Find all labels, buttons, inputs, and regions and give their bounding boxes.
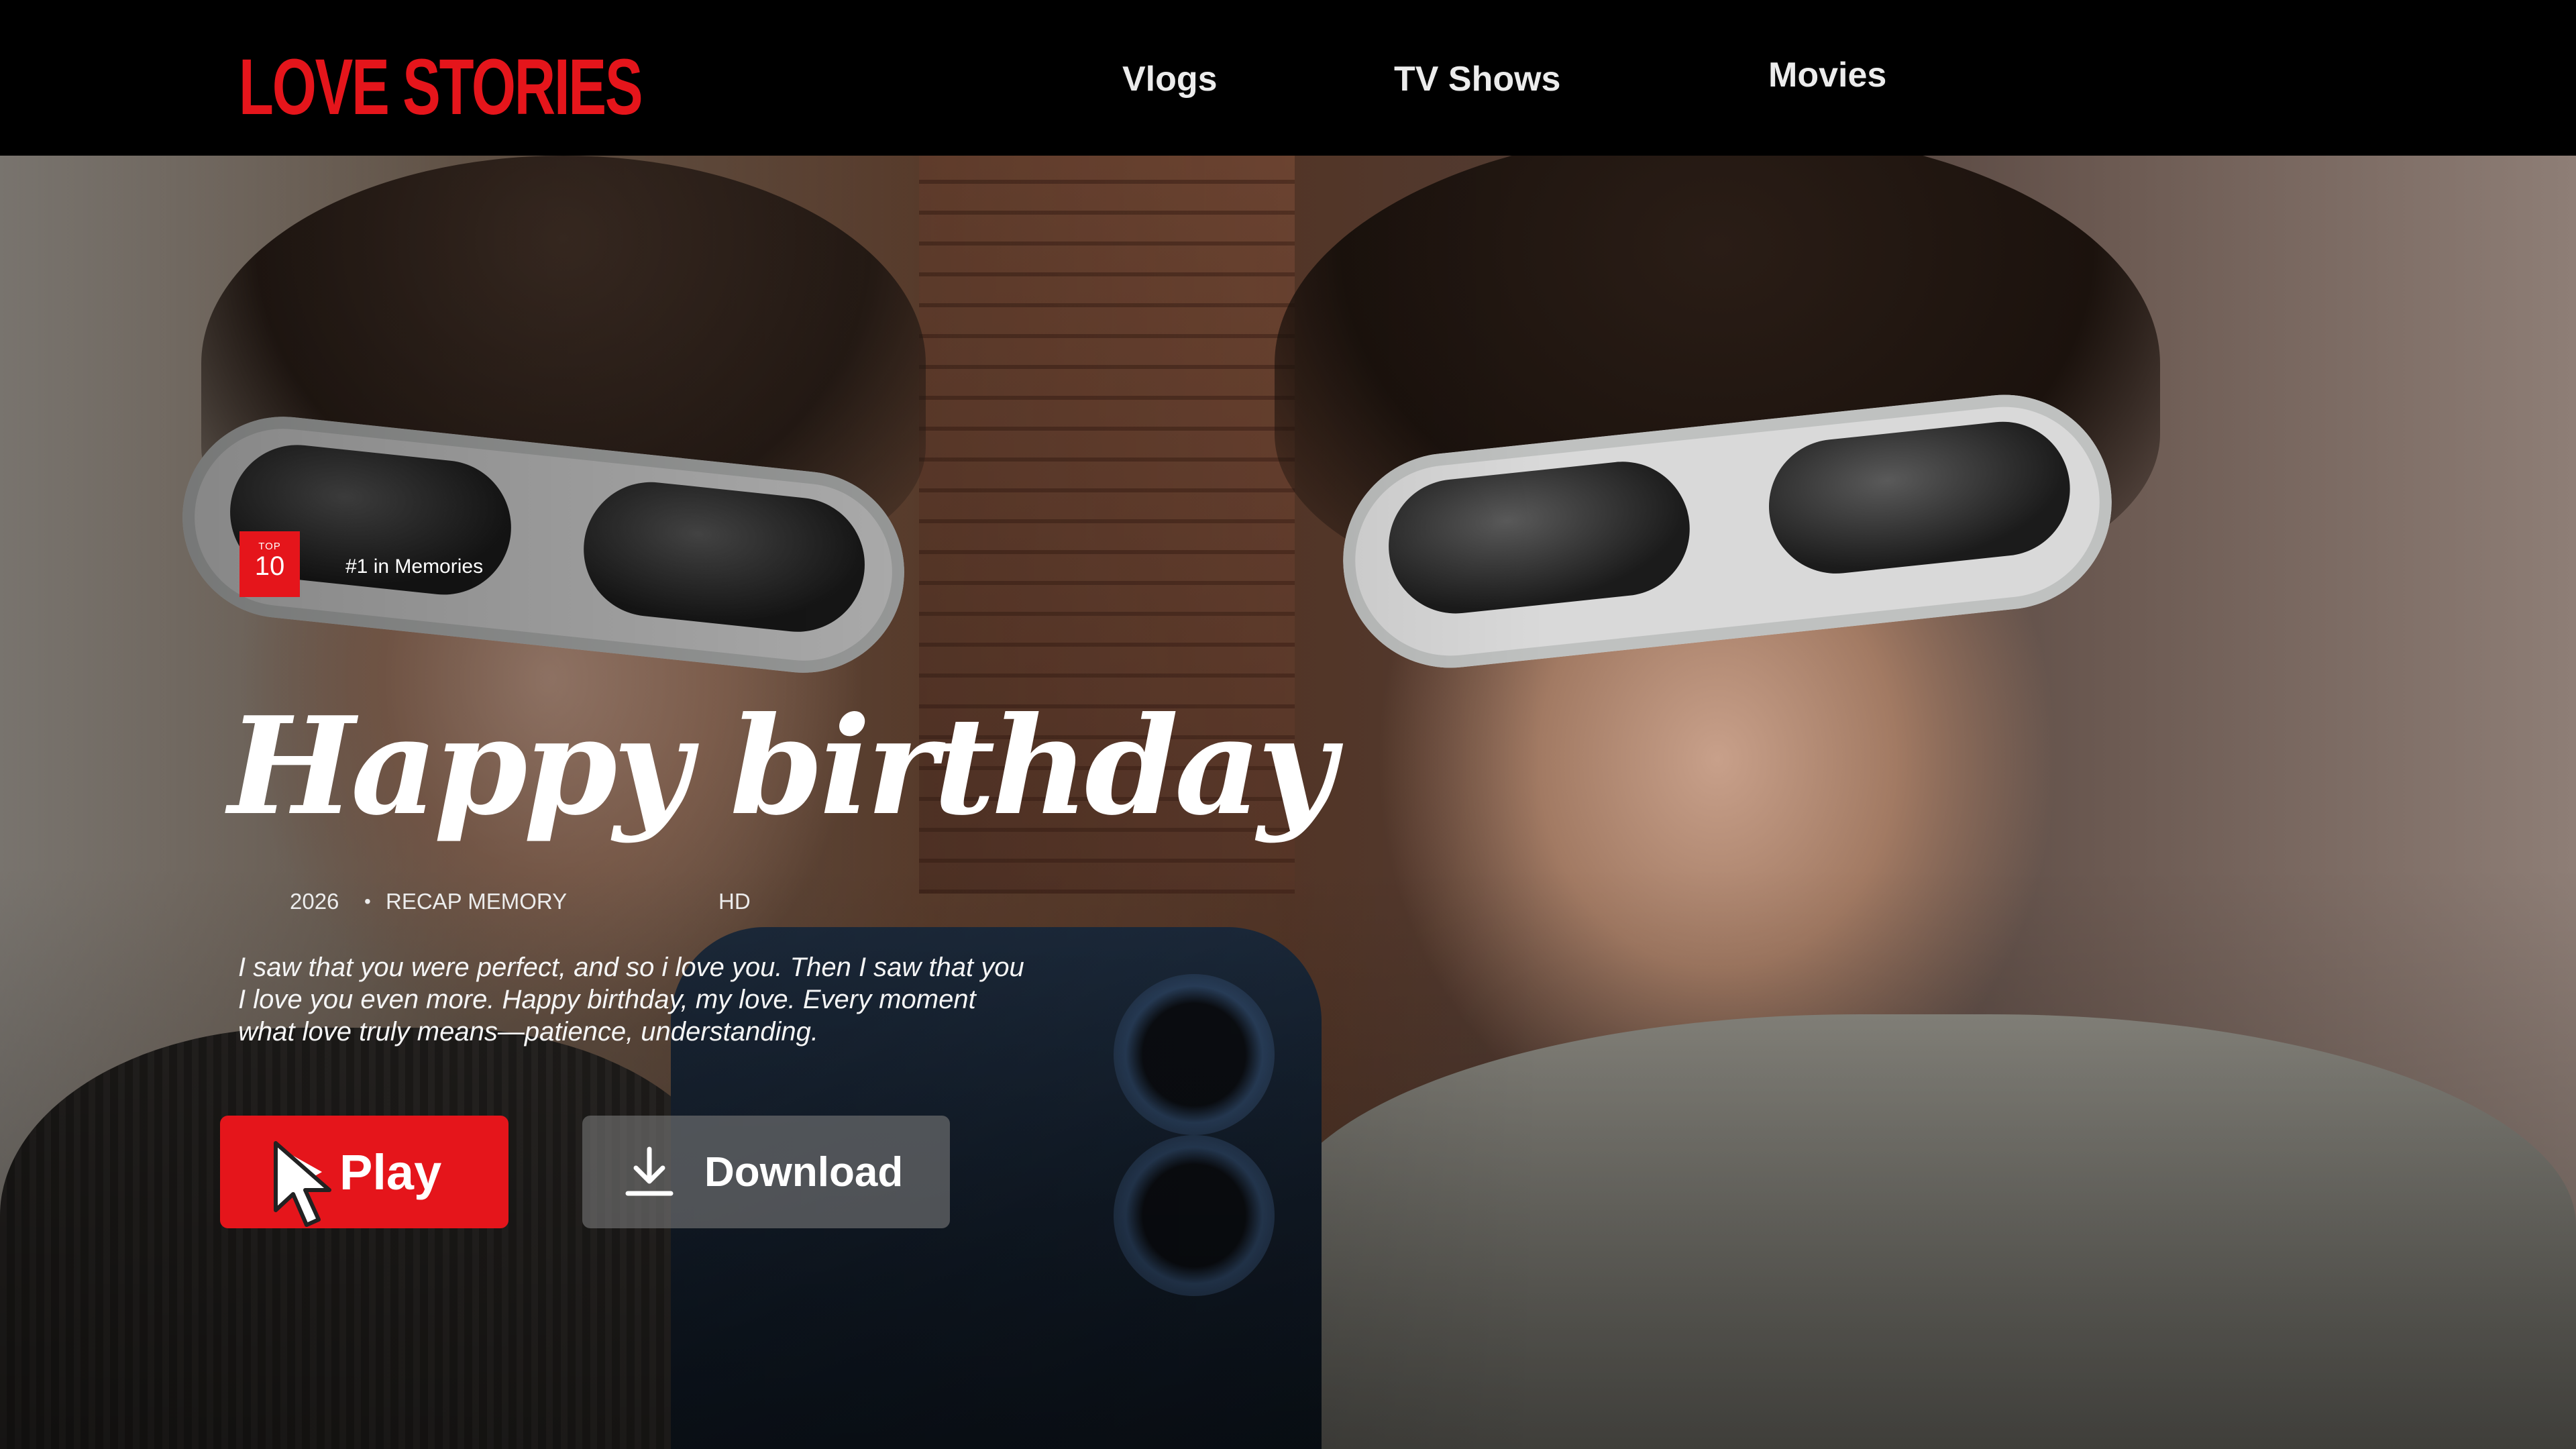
top10-badge-label: TOP	[258, 541, 281, 552]
meta-quality: HD	[718, 889, 751, 914]
hero-description: I saw that you were perfect, and so i lo…	[238, 951, 1164, 1048]
nav-movies[interactable]: Movies	[1768, 55, 1886, 95]
mouse-cursor-icon	[272, 1140, 345, 1238]
meta-year: 2026	[290, 889, 339, 914]
nav-tv-shows[interactable]: TV Shows	[1394, 59, 1560, 99]
brand-logo[interactable]: LOVE STORIES	[239, 42, 643, 133]
download-icon	[623, 1145, 676, 1202]
description-line: I saw that you were perfect, and so i lo…	[238, 953, 1024, 982]
download-button[interactable]: Download	[582, 1116, 950, 1228]
rank-text: #1 in Memories	[345, 555, 484, 578]
description-line: I love you even more. Happy birthday, my…	[238, 985, 976, 1014]
page: LOVE STORIES Vlogs TV Shows Movies TOP 1…	[0, 0, 2576, 1449]
meta-category: RECAP MEMORY	[386, 889, 568, 914]
hero-title: Happy birthday	[228, 688, 1336, 845]
nav-vlogs[interactable]: Vlogs	[1122, 59, 1218, 99]
top-nav-bar: LOVE STORIES Vlogs TV Shows Movies	[0, 0, 2576, 156]
meta-separator: •	[364, 891, 371, 912]
top10-badge: TOP 10	[239, 531, 300, 597]
top10-badge-number: 10	[254, 551, 285, 581]
download-button-label: Download	[704, 1148, 904, 1195]
play-button[interactable]: Play	[220, 1116, 508, 1228]
play-button-label: Play	[339, 1144, 442, 1200]
description-line: what love truly means—patience, understa…	[238, 1017, 818, 1046]
